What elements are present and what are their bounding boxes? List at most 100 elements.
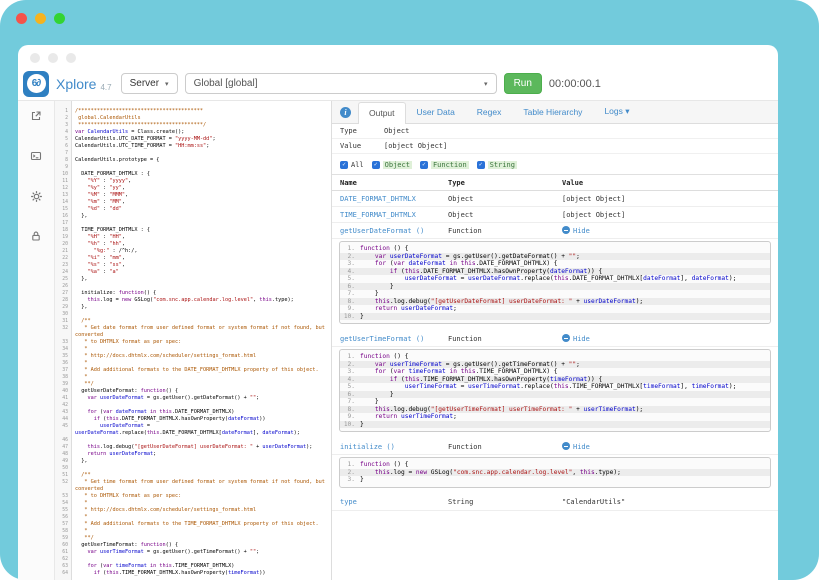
source-line: 9. return userTimeFormat; — [340, 413, 770, 421]
script-editor[interactable]: 1/**************************************… — [55, 101, 332, 580]
checkbox-icon[interactable]: ✓ — [372, 161, 380, 169]
checkbox-icon[interactable]: ✓ — [477, 161, 485, 169]
source-line: 8. this.log.debug("[getUserDateFormat] u… — [340, 298, 770, 306]
source-line: 1.function () { — [340, 353, 770, 361]
line-number: 43 — [55, 409, 71, 416]
function-source-block: 1.function () {2. var userTimeFormat = g… — [339, 349, 771, 432]
member-type: Object — [448, 195, 562, 203]
editor-line: 15 "%d" : "dd" — [55, 206, 331, 213]
scope-select[interactable]: Global [global]▾ — [185, 73, 497, 94]
line-number: 29 — [55, 304, 71, 311]
console-icon[interactable] — [28, 149, 44, 163]
app-version: 4.7 — [100, 83, 111, 92]
editor-line: 28 this.log = new GSLog("com.snc.app.cal… — [55, 297, 331, 304]
member-name-link[interactable]: getUserDateFormat () — [340, 227, 448, 235]
line-number: 18 — [55, 227, 71, 234]
info-icon[interactable]: i — [340, 107, 351, 118]
run-button[interactable]: Run — [504, 73, 542, 94]
checkbox-icon[interactable]: ✓ — [340, 161, 348, 169]
app-window: 6∂ Xplore 4.7 Server▾ Global [global]▾ R… — [18, 45, 778, 580]
line-number: 10. — [340, 313, 360, 321]
editor-line: 24 "%a" : "a" — [55, 269, 331, 276]
line-number: 64 — [55, 570, 71, 577]
line-number: 25 — [55, 276, 71, 283]
line-number: 17 — [55, 220, 71, 227]
hide-link[interactable]: Hide — [562, 227, 590, 235]
output-tabbar: i OutputUser DataRegexTable HierarchyLog… — [332, 101, 778, 124]
function-source-block: 1.function () {2. this.log = new GSLog("… — [339, 457, 771, 488]
line-number: 8. — [340, 406, 360, 414]
hide-link[interactable]: Hide — [562, 335, 590, 343]
line-number: 59 — [55, 535, 71, 542]
line-number: 26 — [55, 283, 71, 290]
source-line: 5. userTimeFormat = userTimeFormat.repla… — [340, 383, 770, 391]
source-line: 10.} — [340, 313, 770, 321]
toolbar: 6∂ Xplore 4.7 Server▾ Global [global]▾ R… — [18, 67, 778, 101]
lock-icon[interactable] — [28, 229, 44, 243]
editor-line: 50 — [55, 465, 331, 472]
line-number: 39 — [55, 381, 71, 388]
gear-icon[interactable] — [28, 189, 44, 203]
source-line: 6. } — [340, 283, 770, 291]
editor-line: 36 * — [55, 360, 331, 367]
editor-line: 51 /** — [55, 472, 331, 479]
line-number: 19 — [55, 234, 71, 241]
source-line: 10.} — [340, 421, 770, 429]
filter-label: Object — [383, 161, 412, 169]
source-line: 5. userDateFormat = userDateFormat.repla… — [340, 275, 770, 283]
line-number: 50 — [55, 465, 71, 472]
member-name-link[interactable]: DATE_FORMAT_DHTMLX — [340, 195, 448, 203]
table-header-row: NameTypeValue — [332, 174, 778, 191]
filter-label: String — [488, 161, 517, 169]
table-row: initialize ()FunctionHide — [332, 439, 778, 455]
editor-line: 62 — [55, 556, 331, 563]
filter-object[interactable]: ✓Object — [372, 161, 412, 169]
tab-regex[interactable]: Regex — [466, 101, 513, 123]
editor-line: 11 "%Y" : "yyyy", — [55, 178, 331, 185]
line-number: 57 — [55, 521, 71, 528]
function-source-block: 1.function () {2. var userDateFormat = g… — [339, 241, 771, 324]
line-number: 38 — [55, 374, 71, 381]
summary-label: Type — [340, 127, 384, 135]
result-table: NameTypeValueDATE_FORMAT_DHTMLXObject[ob… — [332, 174, 778, 511]
line-number: 63 — [55, 563, 71, 570]
tab-table-hierarchy[interactable]: Table Hierarchy — [512, 101, 593, 123]
line-number: 30 — [55, 311, 71, 318]
editor-line: 22 "%i" : "mm", — [55, 255, 331, 262]
line-number: 16 — [55, 213, 71, 220]
member-action: Hide — [562, 442, 778, 451]
filter-all[interactable]: ✓All — [340, 161, 364, 169]
member-name-link[interactable]: TIME_FORMAT_DHTMLX — [340, 211, 448, 219]
tab-logs[interactable]: Logs ▾ — [593, 101, 640, 123]
line-number: 5 — [55, 136, 71, 143]
member-name-link[interactable]: getUserTimeFormat () — [340, 335, 448, 343]
hide-link[interactable]: Hide — [562, 443, 590, 451]
filter-string[interactable]: ✓String — [477, 161, 517, 169]
filter-function[interactable]: ✓Function — [420, 161, 469, 169]
line-number: 1. — [340, 245, 360, 253]
main-area: 1/**************************************… — [18, 101, 778, 580]
line-number: 33 — [55, 339, 71, 346]
line-number: 15 — [55, 206, 71, 213]
editor-line: 23 "%s" : "ss", — [55, 262, 331, 269]
editor-line: 16 }, — [55, 213, 331, 220]
line-number: 5. — [340, 383, 360, 391]
tab-user-data[interactable]: User Data — [406, 101, 466, 123]
line-number: 12 — [55, 185, 71, 192]
line-number: 8 — [55, 157, 71, 164]
editor-line: 14 "%m" : "MM", — [55, 199, 331, 206]
line-number: 6 — [55, 143, 71, 150]
line-number: 62 — [55, 556, 71, 563]
checkbox-icon[interactable]: ✓ — [420, 161, 428, 169]
editor-line: 33 * to DHTMLX format as per spec: — [55, 339, 331, 346]
server-dropdown[interactable]: Server▾ — [121, 73, 178, 94]
icon-sidebar — [18, 101, 55, 580]
line-number: 1. — [340, 461, 360, 469]
editor-line: 8CalendarUtils.prototype = { — [55, 157, 331, 164]
member-name-link[interactable]: type — [340, 498, 448, 506]
line-number: 60 — [55, 542, 71, 549]
member-type: Function — [448, 335, 562, 343]
open-in-new-icon[interactable] — [28, 109, 44, 123]
tab-output[interactable]: Output — [358, 102, 406, 124]
member-name-link[interactable]: initialize () — [340, 443, 448, 451]
